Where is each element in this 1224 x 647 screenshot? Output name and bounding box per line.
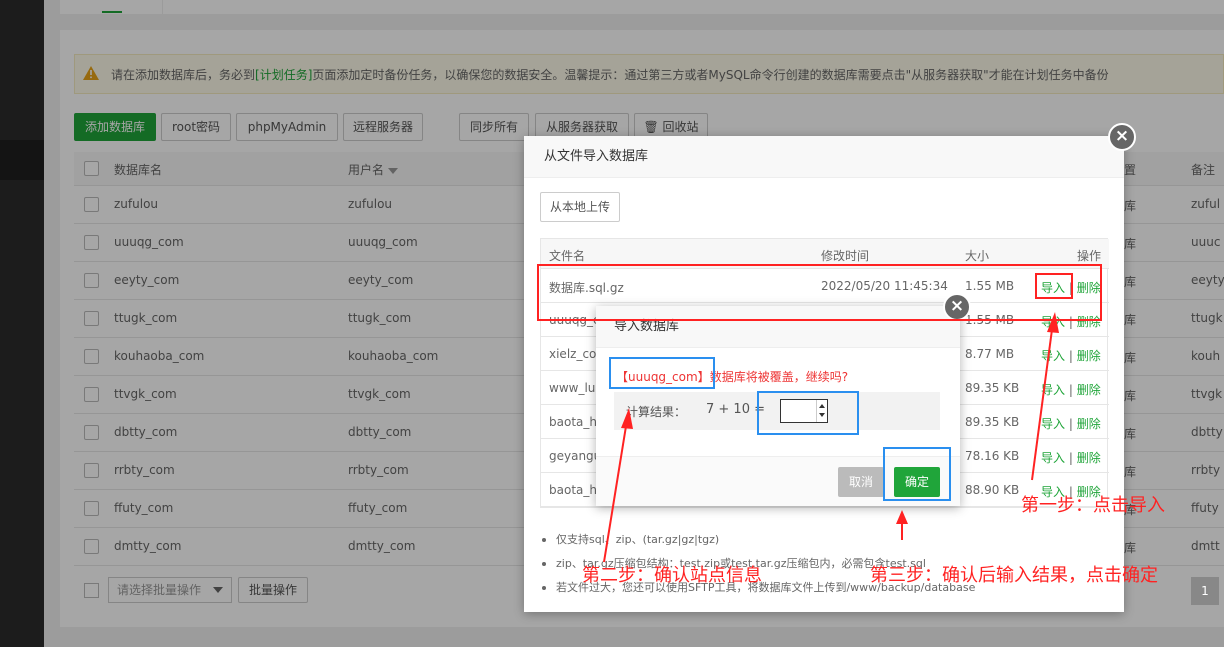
annotation-box-import [1035, 273, 1073, 299]
op-separator: | [1065, 383, 1077, 397]
annotation-box-input [757, 391, 859, 435]
import-link[interactable]: 导入 [1041, 383, 1065, 397]
file-name: www_lu [549, 381, 596, 395]
file-name: baota_h [549, 483, 597, 497]
annotation-box-confirm [883, 447, 951, 501]
delete-link[interactable]: 删除 [1077, 383, 1101, 397]
file-name: baota_h [549, 415, 597, 429]
op-separator: | [1065, 451, 1077, 465]
file-ops: 导入 | 删除 [1041, 381, 1101, 398]
file-size: 89.35 KB [965, 381, 1020, 395]
file-ops: 导入 | 删除 [1041, 347, 1101, 364]
annotation-step3: 第三步：确认后输入结果，点击确定 [870, 565, 1158, 586]
import-link[interactable]: 导入 [1041, 349, 1065, 363]
header-filename: 文件名 [549, 249, 586, 263]
file-size: 89.35 KB [965, 415, 1020, 429]
delete-link[interactable]: 删除 [1077, 451, 1101, 465]
cancel-button[interactable]: 取消 [838, 467, 884, 497]
file-size: 88.90 KB [965, 483, 1020, 497]
tip-item: 仅支持sql、zip、(tar.gz|gz|tgz) [540, 528, 975, 552]
annotation-box-file-row [537, 264, 1102, 321]
header-op: 操作 [1077, 249, 1102, 263]
annotation-step1: 第一步：点击导入 [1021, 495, 1165, 516]
op-separator: | [1065, 417, 1077, 431]
close-icon[interactable]: × [1108, 123, 1136, 151]
import-link[interactable]: 导入 [1041, 417, 1065, 431]
file-size: 8.77 MB [965, 347, 1015, 361]
file-name: xielz_co [549, 347, 597, 361]
overwrite-warning: 数据库将被覆盖，继续吗? [709, 370, 849, 384]
import-link[interactable]: 导入 [1041, 451, 1065, 465]
file-name: geyangu [549, 449, 602, 463]
dialog-title: 从文件导入数据库 [524, 136, 1124, 178]
op-separator: | [1065, 349, 1077, 363]
annotation-box-dbname [609, 357, 715, 389]
header-mtime: 修改时间 [821, 249, 870, 263]
file-ops: 导入 | 删除 [1041, 449, 1101, 466]
header-size: 大小 [965, 249, 990, 263]
file-ops: 导入 | 删除 [1041, 415, 1101, 432]
calc-label: 计算结果： [626, 405, 687, 419]
delete-link[interactable]: 删除 [1077, 349, 1101, 363]
delete-link[interactable]: 删除 [1077, 417, 1101, 431]
annotation-step2: 第二步：确认站点信息 [582, 565, 762, 586]
page-number[interactable]: 1 [1191, 577, 1219, 605]
upload-local-button[interactable]: 从本地上传 [540, 192, 620, 222]
file-size: 78.16 KB [965, 449, 1020, 463]
